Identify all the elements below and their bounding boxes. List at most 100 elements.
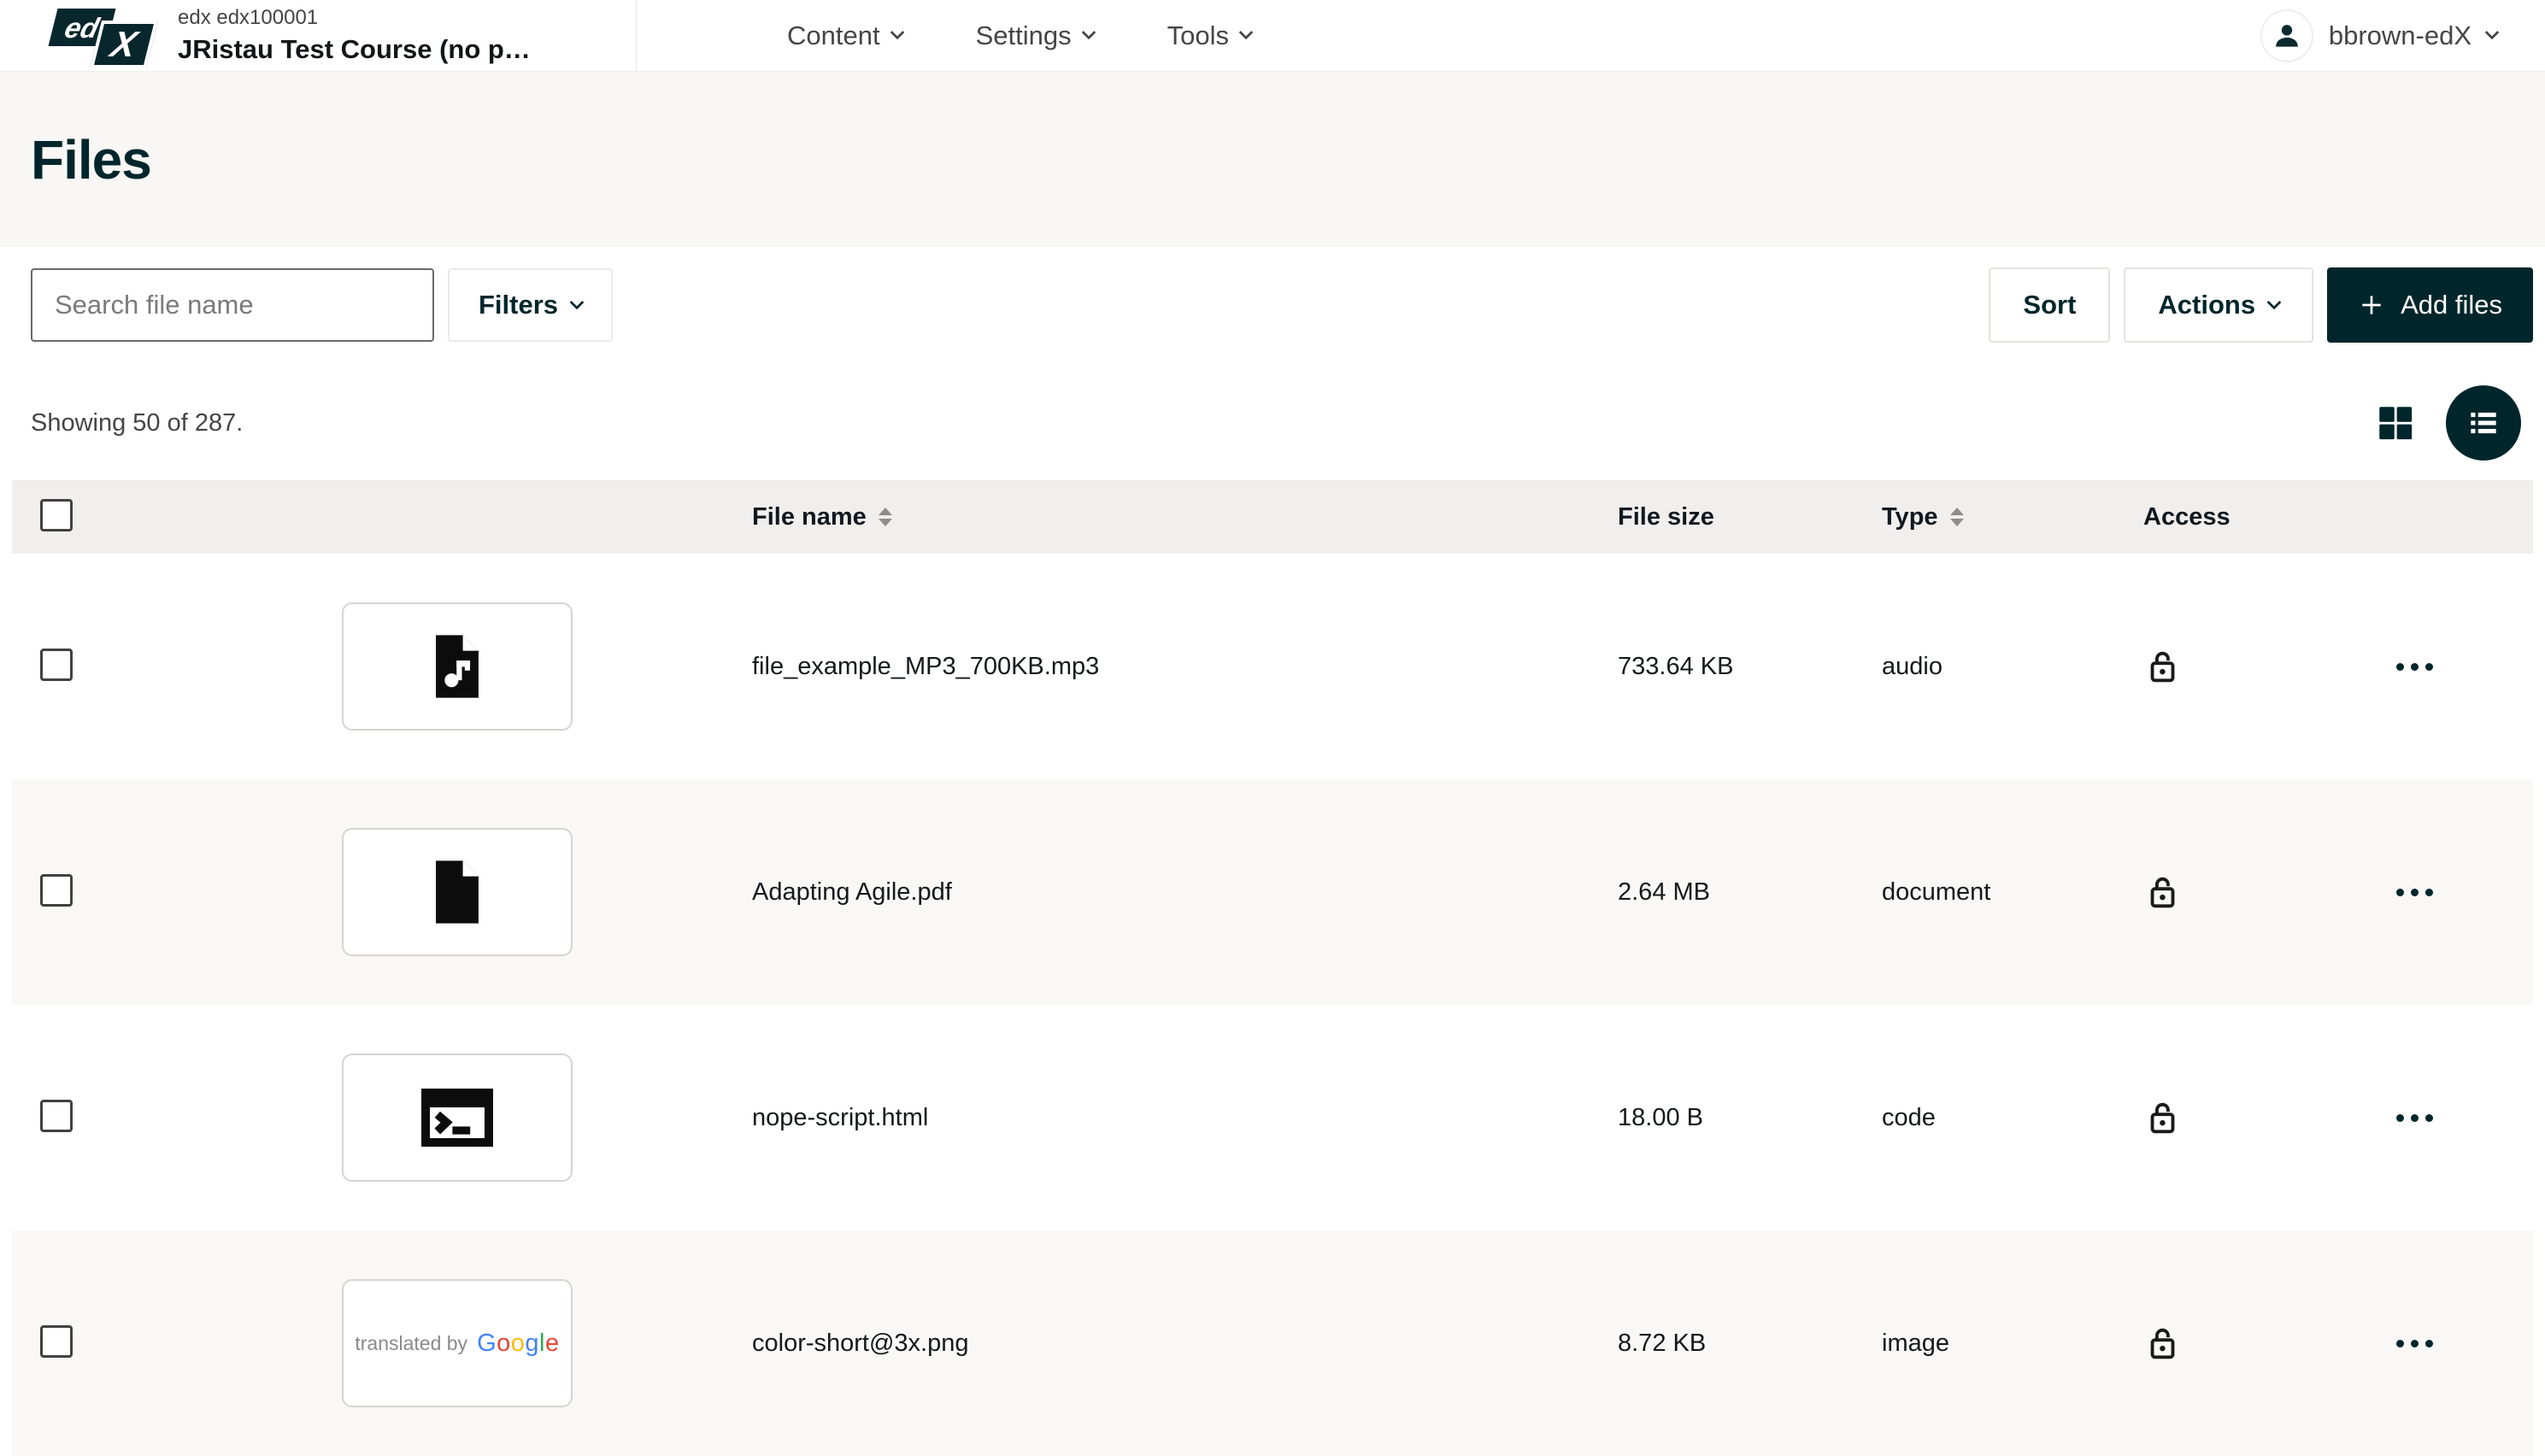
nav-tools-label: Tools: [1167, 21, 1229, 51]
access-lock-button[interactable]: [2143, 872, 2183, 912]
file-type-cell: code: [1870, 1104, 2131, 1132]
column-header-file-name[interactable]: File name: [740, 503, 1606, 531]
file-size-header-label: File size: [1618, 503, 1714, 531]
access-lock-button[interactable]: [2143, 647, 2183, 686]
file-thumbnail: [342, 828, 573, 956]
sort-button[interactable]: Sort: [1989, 267, 2110, 343]
page-header-band: Files: [0, 72, 2545, 247]
table-row: file_example_MP3_700KB.mp3 733.64 KB aud…: [12, 554, 2533, 779]
nav-item-content[interactable]: Content: [787, 21, 902, 51]
row-checkbox[interactable]: [40, 1325, 73, 1358]
google-translate-thumbnail: translated by Google: [342, 1279, 573, 1407]
chevron-down-icon: [1238, 26, 1253, 40]
file-size-cell: 733.64 KB: [1606, 653, 1870, 681]
access-header-label: Access: [2143, 503, 2231, 531]
more-actions-button[interactable]: [2396, 663, 2433, 671]
page-title: Files: [31, 128, 151, 191]
ellipsis-icon: [2396, 663, 2404, 671]
nav-item-tools[interactable]: Tools: [1167, 21, 1251, 51]
file-name-cell: nope-script.html: [740, 1104, 1606, 1132]
edx-logo-text-x: X: [108, 26, 140, 62]
course-org-number: edx edx100001: [178, 6, 531, 30]
nav-content-label: Content: [787, 21, 880, 51]
edx-logo-text-ed: ed: [62, 13, 103, 41]
thumbnail-caption: translated by: [355, 1332, 467, 1355]
toolbar: Filters Sort Actions Add files: [0, 267, 2545, 343]
user-menu[interactable]: bbrown-edX: [2260, 0, 2545, 71]
lock-open-icon: [2143, 1098, 2183, 1137]
files-table: File name File size Type Access: [12, 480, 2533, 1456]
file-name-cell: color-short@3x.png: [740, 1330, 1606, 1358]
select-all-checkbox[interactable]: [40, 499, 73, 531]
main-nav: Content Settings Tools: [787, 0, 1251, 71]
row-checkbox[interactable]: [40, 649, 73, 681]
more-actions-button[interactable]: [2396, 1340, 2433, 1347]
file-name-header-label: File name: [752, 503, 867, 531]
filters-label: Filters: [479, 290, 558, 320]
chevron-down-icon: [2267, 295, 2282, 309]
ellipsis-icon: [2396, 1340, 2404, 1347]
sort-label: Sort: [2023, 290, 2076, 320]
table-row: translated by Google color-short@3x.png …: [12, 1230, 2533, 1456]
list-view-button[interactable]: [2446, 385, 2521, 461]
lock-open-icon: [2143, 872, 2183, 912]
audio-file-icon: [420, 629, 495, 704]
type-header-label: Type: [1882, 503, 1938, 531]
access-lock-button[interactable]: [2143, 1098, 2183, 1137]
file-name-cell: Adapting Agile.pdf: [740, 878, 1606, 907]
toolbar-right-actions: Sort Actions Add files: [1989, 267, 2533, 343]
plus-icon: [2358, 291, 2385, 319]
table-header-row: File name File size Type Access: [12, 480, 2533, 554]
course-meta: edx edx100001 JRistau Test Course (no p…: [178, 6, 531, 65]
table-row: Adapting Agile.pdf 2.64 MB document: [12, 779, 2533, 1005]
search-input[interactable]: [31, 268, 434, 342]
actions-label: Actions: [2158, 290, 2255, 320]
file-type-cell: document: [1870, 878, 2131, 907]
file-size-cell: 18.00 B: [1606, 1104, 1870, 1132]
google-logo: Google: [477, 1330, 560, 1358]
more-actions-button[interactable]: [2396, 1114, 2433, 1122]
course-title: JRistau Test Course (no p…: [178, 34, 531, 65]
lock-open-icon: [2143, 1324, 2183, 1363]
ellipsis-icon: [2396, 889, 2404, 896]
filters-button[interactable]: Filters: [448, 268, 613, 342]
chevron-down-icon: [1081, 26, 1096, 40]
access-lock-button[interactable]: [2143, 1324, 2183, 1363]
chevron-down-icon: [2485, 26, 2500, 40]
column-header-access: Access: [2131, 503, 2295, 531]
avatar: [2260, 9, 2313, 62]
grid-view-button[interactable]: [2372, 400, 2419, 446]
file-thumbnail: [342, 602, 573, 731]
ellipsis-icon: [2396, 1114, 2404, 1122]
view-toggles: [2372, 385, 2521, 461]
lock-open-icon: [2143, 647, 2183, 686]
actions-button[interactable]: Actions: [2124, 267, 2313, 343]
add-files-label: Add files: [2401, 290, 2502, 320]
list-view-icon: [2465, 404, 2502, 442]
showing-count-text: Showing 50 of 287.: [31, 409, 243, 437]
file-name-cell: file_example_MP3_700KB.mp3: [740, 653, 1606, 681]
add-files-button[interactable]: Add files: [2327, 267, 2533, 343]
edx-logo-icon: ed X: [51, 2, 154, 70]
sort-arrows-icon: [1950, 508, 1964, 526]
row-checkbox[interactable]: [40, 1100, 73, 1132]
row-checkbox[interactable]: [40, 874, 73, 907]
summary-row: Showing 50 of 287.: [0, 385, 2545, 461]
sort-arrows-icon: [879, 508, 892, 526]
file-size-cell: 8.72 KB: [1606, 1330, 1870, 1358]
document-file-icon: [420, 854, 495, 930]
chevron-down-icon: [570, 295, 585, 309]
file-type-cell: image: [1870, 1330, 2131, 1358]
nav-item-settings[interactable]: Settings: [976, 21, 1094, 51]
terminal-icon: [416, 1084, 498, 1151]
table-row: nope-script.html 18.00 B code: [12, 1005, 2533, 1230]
file-type-cell: audio: [1870, 653, 2131, 681]
person-icon: [2270, 19, 2304, 53]
file-size-cell: 2.64 MB: [1606, 878, 1870, 907]
nav-settings-label: Settings: [976, 21, 1072, 51]
column-header-type[interactable]: Type: [1870, 503, 2131, 531]
top-nav-bar: ed X edx edx100001 JRistau Test Course (…: [0, 0, 2545, 72]
chevron-down-icon: [890, 26, 904, 40]
more-actions-button[interactable]: [2396, 889, 2433, 896]
course-lockup[interactable]: ed X edx edx100001 JRistau Test Course (…: [0, 0, 637, 71]
